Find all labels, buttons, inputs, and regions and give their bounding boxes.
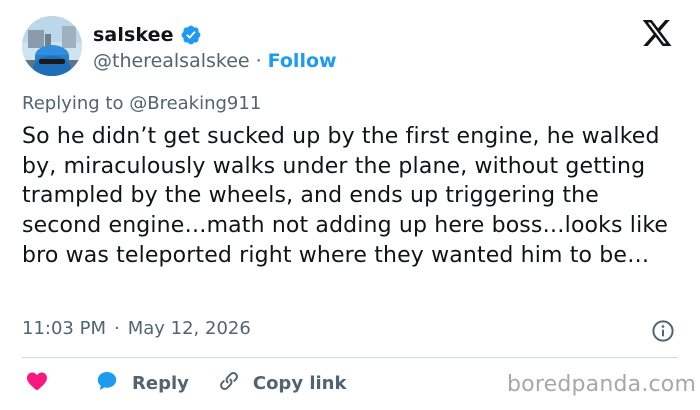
watermark: boredpanda.com bbox=[507, 372, 697, 397]
timestamp-separator: · bbox=[113, 318, 120, 339]
follow-button[interactable]: Follow bbox=[268, 50, 337, 72]
tweet-time: 11:03 PM bbox=[22, 318, 106, 339]
avatar-image bbox=[22, 16, 82, 76]
info-icon[interactable] bbox=[651, 319, 675, 343]
heart-icon bbox=[24, 369, 50, 397]
avatar[interactable] bbox=[22, 16, 82, 76]
author-name-row: salskee bbox=[93, 22, 202, 48]
reply-label: Reply bbox=[132, 372, 189, 394]
author-handle-row: @therealsalskee · Follow bbox=[93, 48, 337, 74]
reply-button[interactable]: Reply bbox=[94, 369, 189, 397]
author-handle[interactable]: @therealsalskee bbox=[93, 50, 250, 72]
replying-mention[interactable]: @Breaking911 bbox=[129, 93, 261, 114]
replying-prefix: Replying to bbox=[22, 93, 124, 114]
author-display-name[interactable]: salskee bbox=[93, 24, 174, 46]
copy-link-label: Copy link bbox=[252, 372, 347, 394]
tweet-date: May 12, 2026 bbox=[127, 318, 251, 339]
divider bbox=[22, 357, 678, 358]
verified-badge-icon bbox=[180, 24, 202, 46]
action-bar: Reply Copy link bbox=[24, 368, 346, 398]
x-logo-icon[interactable] bbox=[641, 17, 673, 49]
speech-bubble-icon bbox=[94, 369, 120, 397]
copy-link-button[interactable]: Copy link bbox=[217, 369, 347, 397]
link-icon bbox=[217, 369, 241, 397]
replying-to: Replying to @Breaking911 bbox=[22, 93, 261, 114]
tweet-text: So he didn’t get sucked up by the first … bbox=[22, 124, 669, 268]
like-button[interactable] bbox=[24, 369, 50, 397]
tweet-timestamp[interactable]: 11:03 PM · May 12, 2026 bbox=[22, 318, 251, 339]
tweet-card: salskee @therealsalskee · Follow Replyin… bbox=[0, 0, 700, 410]
handle-separator: · bbox=[255, 50, 262, 72]
